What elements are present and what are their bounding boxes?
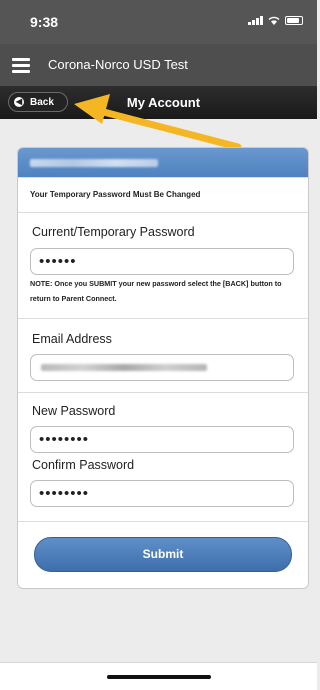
divider — [18, 392, 308, 393]
status-bar: 9:38 — [0, 0, 317, 44]
submit-button[interactable]: Submit — [34, 537, 292, 572]
redacted-account-name — [30, 159, 158, 167]
current-password-label: Current/Temporary Password — [32, 225, 195, 239]
battery-icon — [285, 16, 303, 25]
email-address-field[interactable] — [30, 354, 294, 381]
status-time: 9:38 — [30, 14, 59, 30]
annotation-arrow-icon — [74, 94, 242, 151]
current-password-field[interactable]: •••••• — [30, 248, 294, 275]
divider — [18, 177, 308, 178]
new-password-label: New Password — [32, 404, 116, 418]
back-button-label: Back — [30, 97, 54, 108]
password-change-notice: Your Temporary Password Must Be Changed — [30, 190, 201, 199]
menu-icon[interactable] — [12, 58, 30, 73]
divider — [18, 318, 308, 319]
confirm-password-field[interactable]: •••••••• — [30, 480, 294, 507]
chevron-left-icon: ◀ — [14, 97, 24, 107]
divider — [18, 521, 308, 522]
confirm-password-label: Confirm Password — [32, 458, 135, 472]
wifi-icon — [268, 16, 280, 25]
home-indicator[interactable] — [107, 675, 211, 679]
redacted-email — [41, 364, 207, 371]
back-instruction-note: NOTE: Once you SUBMIT your new password … — [30, 279, 282, 303]
signal-icon — [248, 16, 263, 25]
app-header: Corona-Norco USD Test — [0, 44, 317, 86]
bottom-bar — [0, 662, 317, 690]
account-form-card: Your Temporary Password Must Be Changed … — [17, 147, 309, 589]
card-header — [18, 148, 308, 177]
new-password-field[interactable]: •••••••• — [30, 426, 294, 453]
divider — [18, 212, 308, 213]
back-button[interactable]: ◀ Back — [8, 92, 68, 112]
email-address-label: Email Address — [32, 332, 112, 346]
app-title: Corona-Norco USD Test — [48, 57, 188, 72]
status-icons — [248, 16, 303, 25]
